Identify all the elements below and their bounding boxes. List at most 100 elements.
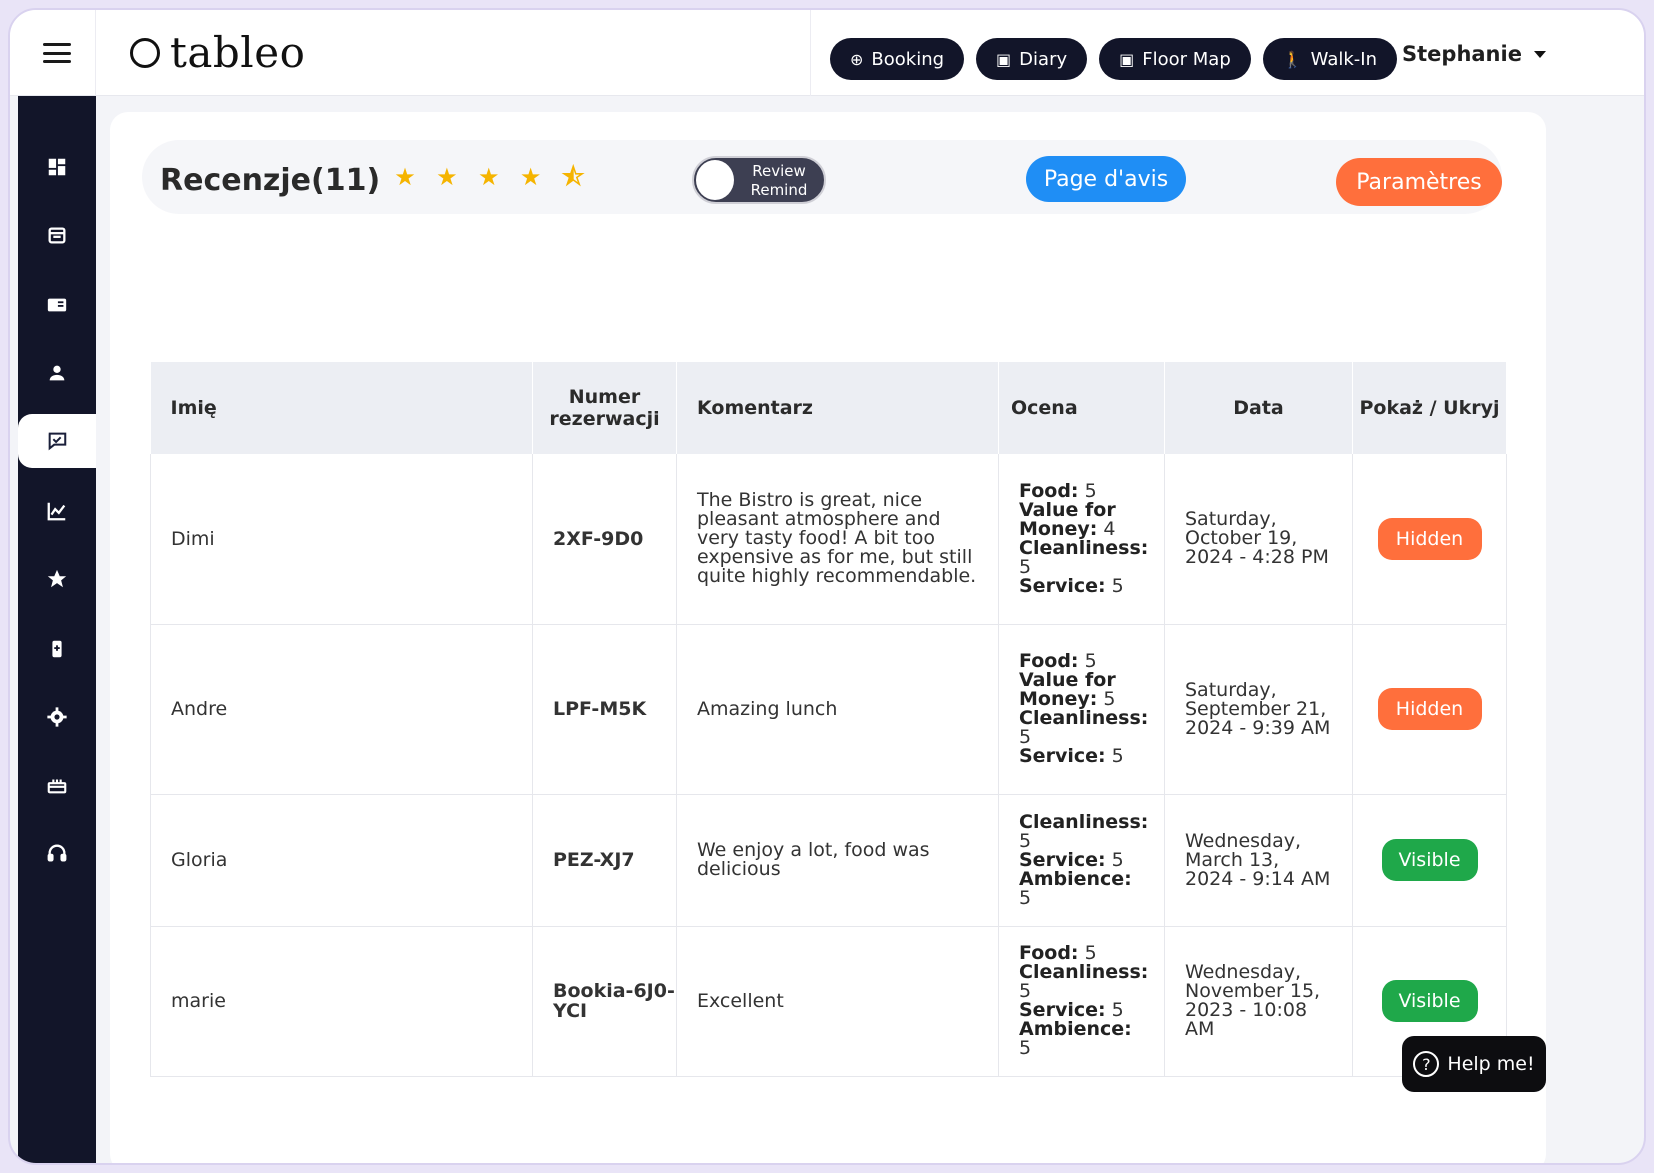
visibility-toggle-button[interactable]: Hidden (1377, 517, 1482, 560)
reservation-link[interactable]: Bookia-6J0-YCI (553, 980, 675, 1022)
table-row: Dimi 2XF-9D0 The Bistro is great, nice ple… (150, 454, 1507, 625)
toggle-knob (696, 160, 734, 200)
review-date: Saturday, September 21, 2024 - 9:39 AM (1164, 624, 1353, 795)
help-button[interactable]: ? Help me! (1402, 1036, 1546, 1092)
logo-text: tableo (170, 28, 306, 77)
rating-label: Cleanliness: (1019, 961, 1149, 983)
dashboard-icon (48, 158, 66, 176)
reservation-link[interactable]: LPF-M5K (553, 698, 646, 720)
review-comment: Excellent (676, 926, 999, 1077)
diary-button-label: Diary (1019, 48, 1068, 70)
logo: tableo (130, 28, 305, 77)
col-header-rating[interactable]: Ocena (998, 362, 1165, 454)
help-button-label: Help me! (1447, 1053, 1535, 1075)
col-header-date[interactable]: Data (1164, 362, 1353, 454)
sidebar-item-reviews[interactable] (18, 414, 96, 468)
reservation-link[interactable]: PEZ-XJ7 (553, 849, 635, 871)
review-comment: We enjoy a lot, food was delicious (676, 794, 999, 927)
review-remind-toggle[interactable]: Review Remind (692, 156, 826, 204)
rating-label: Value for Money: (1019, 498, 1116, 540)
review-ratings: Food: 5 Cleanliness: 5 Service: 5 Ambience:… (998, 926, 1165, 1077)
rating-label: Service: (1019, 574, 1106, 597)
rating-label: Service: (1019, 745, 1106, 767)
visibility-toggle-button[interactable]: Visible (1381, 980, 1478, 1022)
table-row: marie Bookia-6J0-YCI Excellent Food: 5 Clean… (150, 926, 1507, 1077)
sidebar-item-support[interactable] (18, 826, 96, 880)
review-ratings: Food: 5 Value for Money: 4 Cleanliness: 5S… (998, 454, 1165, 625)
review-date: Saturday, October 19, 2024 - 4:28 PM (1164, 454, 1353, 625)
rating-label: Ambience: (1019, 867, 1132, 890)
cake-icon (47, 779, 67, 794)
book-icon (47, 298, 67, 312)
reviews-table: Imię Numer rezerwacji Komentarz Ocena Da… (150, 362, 1507, 1077)
user-menu[interactable]: Stephanie (1402, 42, 1546, 66)
review-date: Wednesday, November 15, 2023 - 10:08 AM (1164, 926, 1353, 1077)
review-icon (48, 432, 67, 451)
settings-button[interactable]: Paramètres (1336, 158, 1502, 206)
toggle-label-line1: Review (752, 162, 806, 180)
walk-in-button-label: Walk-In (1310, 48, 1377, 70)
review-ratings: Food: 5 Value for Money: 5 Cleanliness: 5S… (998, 624, 1165, 795)
rating-value: 5 (1019, 886, 1032, 909)
quick-actions: ⊕ Booking ▣ Diary ▣ Floor Map 🚶 Walk-In (830, 38, 1397, 80)
toggle-label-line2: Remind (750, 181, 808, 199)
walk-in-button[interactable]: 🚶 Walk-In (1262, 38, 1397, 80)
floor-map-button[interactable]: ▣ Floor Map (1099, 38, 1251, 80)
booking-button-label: Booking (871, 48, 945, 70)
rating-label: Cleanliness: (1019, 707, 1149, 729)
map-icon: ▣ (1119, 49, 1135, 69)
sidebar-item-reports[interactable] (18, 484, 96, 538)
divider (810, 10, 811, 96)
col-header-reservation[interactable]: Numer rezerwacji (532, 362, 677, 454)
toggle-label: Review Remind (736, 162, 822, 200)
rating-label: Cleanliness: (1019, 810, 1149, 833)
review-date: Wednesday, March 13, 2024 - 9:14 AM (1164, 794, 1353, 927)
col-header-comment[interactable]: Komentarz (676, 362, 999, 454)
user-name: Stephanie (1402, 42, 1522, 66)
plus-circle-icon: ⊕ (850, 49, 864, 69)
gear-icon (47, 707, 67, 727)
page-title-text: Recenzje(11) (160, 163, 381, 198)
col-header-visibility[interactable]: Pokaż / Ukryj (1352, 362, 1507, 454)
calendar-icon (48, 227, 66, 244)
walk-icon: 🚶 (1282, 49, 1303, 69)
reviewer-name: Andre (150, 624, 533, 795)
rating-value: 5 (1111, 574, 1124, 597)
diary-button[interactable]: ▣ Diary (976, 38, 1088, 80)
question-icon: ? (1413, 1051, 1440, 1077)
sidebar-item-dashboard[interactable] (18, 140, 96, 194)
sidebar-item-events[interactable] (18, 758, 96, 812)
review-ratings: Cleanliness: 5 Service: 5 Ambience: 5 (998, 794, 1165, 927)
review-comment: The Bistro is great, nice pleasant atmos… (676, 454, 999, 625)
sidebar-item-giftcards[interactable] (18, 622, 96, 676)
reviewer-name: Dimi (150, 454, 533, 625)
calendar-icon: ▣ (996, 49, 1012, 69)
gift-card-icon (52, 640, 62, 658)
sidebar-item-favorites[interactable] (18, 552, 96, 606)
visibility-toggle-button[interactable]: Hidden (1377, 688, 1482, 730)
table-header-row: Imię Numer rezerwacji Komentarz Ocena Da… (150, 362, 1507, 454)
review-page-button[interactable]: Page d'avis (1026, 156, 1186, 202)
visibility-toggle-button[interactable]: Visible (1381, 839, 1478, 881)
rating-value: 5 (1019, 1037, 1032, 1059)
rating-label: Value for Money: (1019, 669, 1116, 710)
sidebar-item-calendar[interactable] (18, 208, 96, 262)
reservation-link[interactable]: 2XF-9D0 (553, 528, 643, 550)
hamburger-icon (42, 43, 71, 63)
top-bar: tableo ⊕ Booking ▣ Diary ▣ Floor Map 🚶 W… (10, 10, 1644, 96)
floor-map-button-label: Floor Map (1142, 48, 1231, 70)
chevron-down-icon (1533, 50, 1546, 58)
table-row: Gloria PEZ-XJ7 We enjoy a lot, food was de… (150, 794, 1507, 927)
rating-label: Cleanliness: (1019, 536, 1149, 559)
table-row: Andre LPF-M5K Amazing lunch Food: 5 Value fo… (150, 624, 1507, 795)
rating-value: 5 (1111, 745, 1124, 767)
app-window: tableo ⊕ Booking ▣ Diary ▣ Floor Map 🚶 W… (8, 8, 1646, 1165)
menu-toggle-button[interactable] (18, 10, 96, 96)
col-header-name[interactable]: Imię (150, 362, 533, 454)
booking-button[interactable]: ⊕ Booking (830, 38, 965, 80)
sidebar-item-customers[interactable] (18, 346, 96, 400)
reviewer-name: Gloria (150, 794, 533, 927)
page-title: Recenzje(11) ★ ★ ★ ★ ⯪ (160, 160, 590, 201)
sidebar-item-settings[interactable] (18, 690, 96, 744)
sidebar-item-book[interactable] (18, 278, 96, 332)
